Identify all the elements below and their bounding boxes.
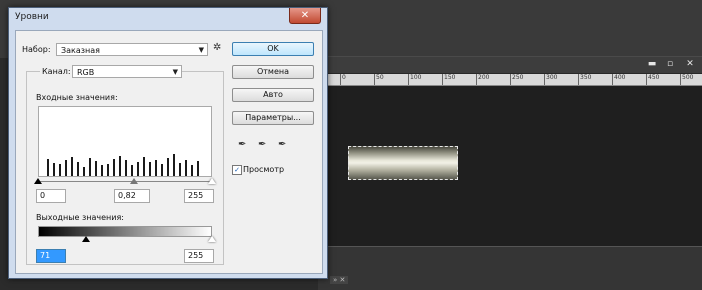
ruler-label: 500: [680, 74, 693, 85]
gray-eyedropper-icon[interactable]: ✒: [258, 139, 266, 150]
histogram-bar: [185, 160, 187, 176]
histogram-bar: [47, 158, 49, 176]
white-eyedropper-icon[interactable]: ✒: [278, 139, 286, 150]
auto-button[interactable]: Авто: [232, 88, 314, 102]
options-button[interactable]: Параметры...: [232, 111, 314, 125]
histogram-bar: [131, 165, 133, 176]
input-gamma-handle[interactable]: [130, 178, 138, 184]
dialog-body: Набор: Заказная ▼ ✲ Канал: RGB ▼ Входные…: [15, 30, 323, 274]
minimize-icon[interactable]: ▬: [645, 59, 659, 70]
ok-button[interactable]: OK: [232, 42, 314, 56]
ruler-label: 100: [408, 74, 421, 85]
dialog-title: Уровни: [15, 12, 49, 22]
histogram-bar: [65, 160, 67, 176]
histogram-bar: [143, 157, 145, 176]
ruler-label: 450: [646, 74, 659, 85]
histogram-bar: [53, 162, 55, 176]
ruler-label: 250: [510, 74, 523, 85]
histogram-bar: [59, 164, 61, 176]
histogram-bar: [71, 156, 73, 176]
output-levels-label: Выходные значения:: [36, 213, 124, 222]
histogram-bar: [101, 164, 103, 176]
panel-collapse-icon[interactable]: » ✕: [330, 276, 349, 284]
document-window[interactable]: ▬ ▫ ✕ 0 50 100 150 200 250 300 350 400 4…: [318, 56, 702, 247]
channel-select[interactable]: RGB ▼: [72, 65, 182, 78]
ruler-label: 300: [544, 74, 557, 85]
preset-options-icon[interactable]: ✲: [213, 42, 221, 53]
histogram-bar: [191, 165, 193, 176]
selection-marquee[interactable]: [348, 146, 458, 180]
histogram-bar: [119, 155, 121, 176]
channel-label: Канал:: [40, 67, 73, 76]
close-icon[interactable]: ✕: [683, 59, 697, 70]
output-gradient: [38, 226, 212, 237]
ruler-label: 200: [476, 74, 489, 85]
preset-select[interactable]: Заказная ▼: [56, 43, 208, 56]
histogram-bar: [83, 166, 85, 176]
ruler-label: 50: [374, 74, 384, 85]
dialog-close-button[interactable]: ✕: [289, 8, 321, 24]
preview-label: Просмотр: [243, 165, 285, 174]
output-white-handle[interactable]: [208, 236, 216, 242]
histogram: [38, 106, 212, 177]
ruler-label: 0: [340, 74, 346, 85]
levels-dialog: Уровни ✕ Набор: Заказная ▼ ✲ Канал: RGB …: [8, 7, 328, 279]
output-black-handle[interactable]: [82, 236, 90, 242]
preset-value: Заказная: [61, 46, 100, 55]
input-black-handle[interactable]: [34, 178, 42, 184]
document-titlebar[interactable]: ▬ ▫ ✕: [318, 57, 702, 73]
ruler-label: 150: [442, 74, 455, 85]
input-white-handle[interactable]: [208, 178, 216, 184]
ruler-label: 350: [578, 74, 591, 85]
preview-checkbox[interactable]: ✓: [232, 165, 242, 175]
histogram-bar: [107, 163, 109, 176]
histogram-bar: [155, 159, 157, 176]
output-black-field[interactable]: 71: [36, 249, 66, 263]
chevron-down-icon: ▼: [198, 46, 204, 54]
histogram-bar: [179, 162, 181, 176]
horizontal-ruler: 0 50 100 150 200 250 300 350 400 450 500: [328, 74, 702, 86]
preset-label: Набор:: [22, 45, 51, 54]
cancel-button[interactable]: Отмена: [232, 65, 314, 79]
maximize-icon[interactable]: ▫: [663, 59, 677, 70]
black-eyedropper-icon[interactable]: ✒: [238, 139, 246, 150]
histogram-bar: [137, 161, 139, 176]
input-slider-track[interactable]: [38, 181, 212, 182]
histogram-bar: [173, 154, 175, 176]
panel-area: [318, 246, 702, 290]
histogram-bar: [125, 160, 127, 176]
ruler-label: 400: [612, 74, 625, 85]
input-gamma-field[interactable]: 0,82: [114, 189, 150, 203]
histogram-bar: [167, 158, 169, 176]
histogram-bar: [77, 162, 79, 176]
histogram-bar: [89, 158, 91, 176]
output-white-field[interactable]: 255: [184, 249, 214, 263]
histogram-bar: [95, 161, 97, 176]
input-white-field[interactable]: 255: [184, 189, 214, 203]
input-levels-label: Входные значения:: [36, 93, 118, 102]
histogram-bar: [161, 164, 163, 176]
histogram-bar: [149, 162, 151, 176]
chevron-down-icon: ▼: [172, 68, 178, 76]
histogram-bar: [113, 158, 115, 176]
channel-value: RGB: [77, 68, 95, 77]
histogram-bar: [197, 161, 199, 176]
canvas[interactable]: [328, 86, 702, 247]
input-black-field[interactable]: 0: [36, 189, 66, 203]
